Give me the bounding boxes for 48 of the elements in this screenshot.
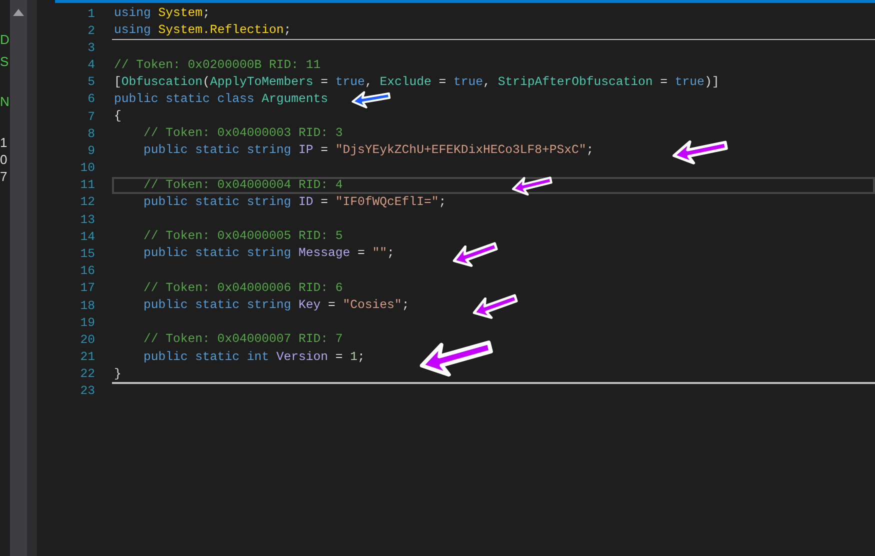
code-line: // Token: 0x04000006 RID: 6 (142, 280, 343, 296)
code-line: { (114, 109, 122, 124)
code-line: using System.Reflection; (114, 23, 292, 38)
line-number: 2 (86, 24, 95, 38)
line-number: 20 (79, 332, 95, 347)
scroll-up-icon[interactable] (13, 9, 24, 16)
code-line: // Token: 0x0200000B RID: 11 (114, 58, 321, 73)
line-number: 19 (79, 316, 95, 330)
line-number: 12 (79, 195, 95, 210)
code-line: // Token: 0x04000004 RID: 4 (142, 178, 343, 193)
line-number: 10 (79, 161, 95, 176)
code-line: using System; (114, 6, 210, 22)
line-number: 9 (86, 144, 95, 158)
line-number: 7 (86, 110, 95, 124)
line-number: 22 (79, 367, 95, 382)
code-line: public static string ID = "IF0fWQcEflI="; (142, 194, 446, 210)
code-line: } (114, 366, 122, 382)
code-line: public static string Key = "Cosies"; (142, 298, 410, 313)
code-line: public static string Message = ""; (142, 246, 394, 262)
code-line: public static string IP = "DjsYEykZChU+EFEKDixHECo3LF8+PSxC"; (142, 143, 594, 158)
code-line: // Token: 0x04000003 RID: 3 (142, 126, 343, 142)
line-number: 14 (79, 230, 95, 244)
panel-text: 7 (0, 170, 8, 184)
code-line: // Token: 0x04000007 RID: 7 (142, 332, 343, 348)
line-number: 8 (86, 126, 95, 141)
code-line: public static class Arguments (114, 92, 328, 107)
panel-text: S (0, 55, 9, 69)
line-number: 4 (86, 58, 95, 72)
scrollbar-track[interactable] (10, 0, 27, 556)
panel-text: D (0, 33, 10, 47)
line-number: 17 (79, 281, 95, 296)
line-number: 11 (79, 178, 95, 192)
line-number: 15 (79, 246, 95, 261)
code-line: [Obfuscation(ApplyToMembers = true, Exclude = true, StripAfterObfuscation = true)] (114, 74, 720, 90)
line-number: 5 (86, 75, 95, 90)
line-number: 21 (79, 350, 95, 364)
code-line: public static int Version = 1; (142, 350, 365, 365)
panel-text: 0 (0, 153, 8, 167)
panel-text: 1 (0, 136, 8, 150)
line-number: 18 (79, 298, 95, 312)
line-number: 23 (79, 384, 95, 398)
line-number: 13 (79, 212, 95, 227)
line-number: 3 (86, 40, 95, 55)
panel-text: N (0, 95, 10, 109)
line-number: 16 (79, 264, 95, 278)
line-number: 1 (86, 6, 95, 21)
code-line: // Token: 0x04000005 RID: 5 (142, 229, 343, 244)
line-number: 6 (86, 92, 95, 106)
